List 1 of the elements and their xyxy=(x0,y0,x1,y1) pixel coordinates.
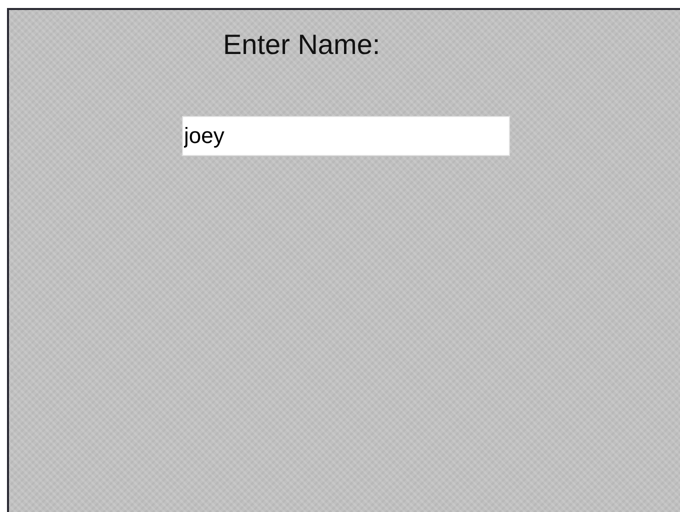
prompt-title: Enter Name: xyxy=(223,28,380,62)
